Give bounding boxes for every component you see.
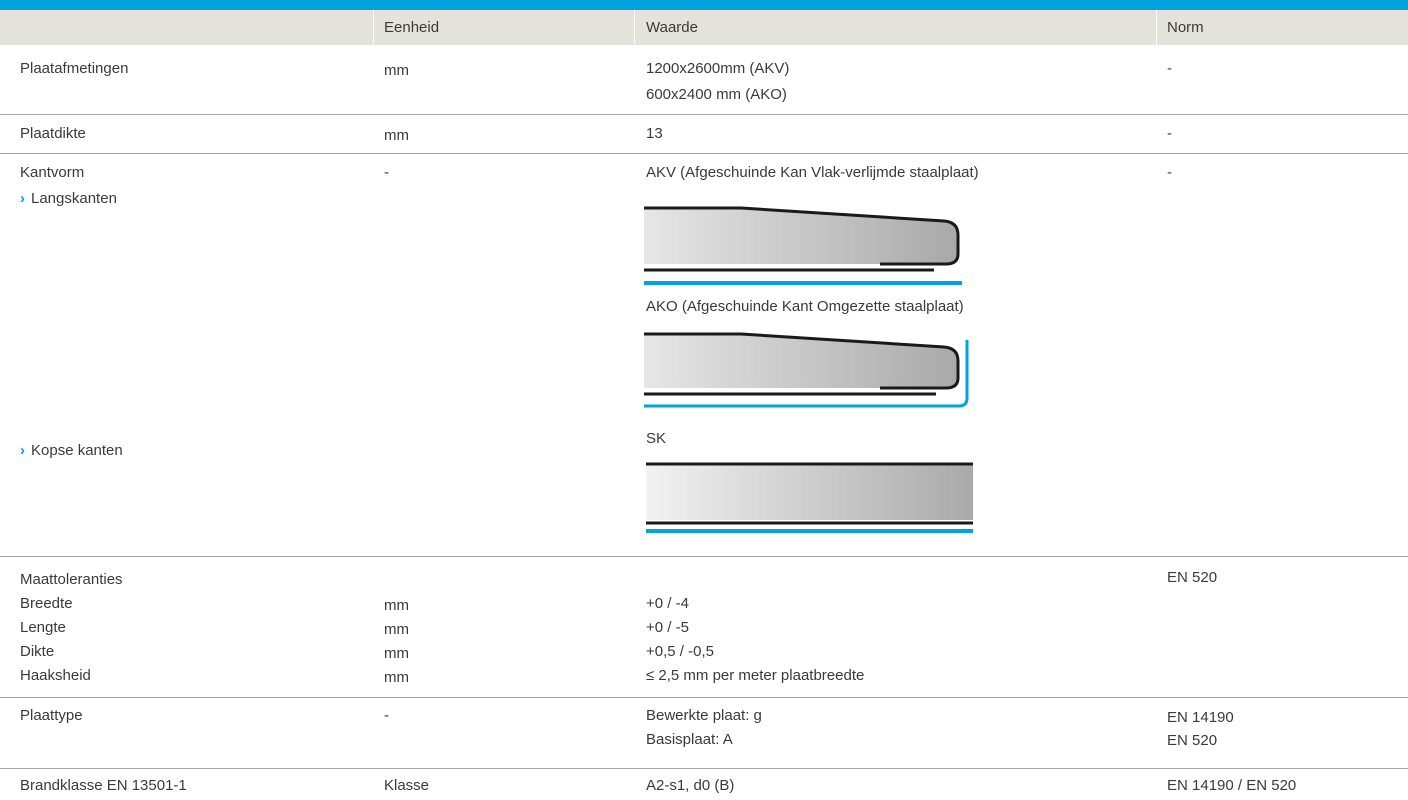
- sk-edge-drawing: [646, 462, 973, 533]
- header-separator: [1156, 10, 1157, 45]
- row-label-plaatafmetingen: Plaatafmetingen: [20, 60, 129, 77]
- tolerance-label: Dikte: [20, 643, 55, 660]
- row-divider: [0, 556, 1408, 557]
- edge-label-sk: SK: [646, 430, 667, 447]
- header-separator: [373, 10, 374, 45]
- top-accent-bar: [0, 0, 1408, 10]
- sub-label-kopse-kanten: › Kopse kanten: [20, 441, 123, 461]
- row-value-plaattype-2: Basisplaat: A: [646, 731, 733, 748]
- tolerance-value: +0,5 / -0,5: [646, 643, 714, 660]
- chevron-right-icon: ›: [20, 442, 25, 459]
- row-divider: [0, 153, 1408, 154]
- row-divider: [0, 697, 1408, 698]
- table-header: Eenheid Waarde Norm: [0, 10, 1408, 45]
- tolerance-label: Breedte: [20, 595, 73, 612]
- row-divider: [0, 114, 1408, 115]
- row-unit-brandklasse: Klasse: [384, 777, 430, 794]
- header-col-unit: Eenheid: [384, 19, 440, 36]
- header-col-value: Waarde: [646, 19, 698, 36]
- tolerance-unit: mm: [384, 645, 409, 662]
- row-unit-kantvorm: -: [384, 164, 389, 181]
- tolerance-value: +0 / -5: [646, 619, 689, 636]
- ako-edge-drawing: [644, 332, 969, 408]
- row-norm-maattoleranties: EN 520: [1167, 569, 1218, 586]
- sub-label-langskanten-text: Langskanten: [31, 190, 117, 207]
- header-col-norm: Norm: [1167, 19, 1204, 36]
- tolerance-value: +0 / -4: [646, 595, 689, 612]
- row-value-plaattype-1: Bewerkte plaat: g: [646, 707, 762, 724]
- row-value-brandklasse: A2-s1, d0 (B): [646, 777, 735, 794]
- row-unit-plaatdikte: mm: [384, 127, 409, 144]
- row-value-plaatafmetingen-1: 1200x2600mm (AKV): [646, 60, 790, 77]
- edge-label-ako: AKO (Afgeschuinde Kant Omgezette staalpl…: [646, 298, 964, 315]
- sub-label-langskanten: › Langskanten: [20, 189, 117, 209]
- row-label-kantvorm: Kantvorm: [20, 164, 85, 181]
- row-unit-plaattype: -: [384, 707, 389, 724]
- row-label-brandklasse: Brandklasse EN 13501-1: [20, 777, 187, 794]
- row-norm-plaattype-2: EN 520: [1167, 732, 1218, 749]
- row-unit-plaatafmetingen: mm: [384, 62, 409, 79]
- row-norm-plaatafmetingen: -: [1167, 60, 1172, 77]
- row-value-plaatafmetingen-2: 600x2400 mm (AKO): [646, 86, 787, 103]
- header-separator: [634, 10, 635, 45]
- tolerance-unit: mm: [384, 669, 409, 686]
- sub-label-kopse-kanten-text: Kopse kanten: [31, 442, 123, 459]
- tolerance-value: ≤ 2,5 mm per meter plaatbreedte: [646, 667, 865, 684]
- row-label-plaattype: Plaattype: [20, 707, 83, 724]
- tolerance-unit: mm: [384, 621, 409, 638]
- chevron-right-icon: ›: [20, 190, 25, 207]
- tolerance-label: Lengte: [20, 619, 66, 636]
- row-divider: [0, 768, 1408, 769]
- row-label-plaatdikte: Plaatdikte: [20, 125, 86, 142]
- row-norm-kantvorm: -: [1167, 164, 1172, 181]
- tolerance-unit: mm: [384, 597, 409, 614]
- row-label-maattoleranties: Maattoleranties: [20, 571, 123, 588]
- tolerance-label: Haaksheid: [20, 667, 91, 684]
- edge-label-akv: AKV (Afgeschuinde Kan Vlak-verlijmde sta…: [646, 164, 979, 181]
- row-value-plaatdikte: 13: [646, 125, 663, 142]
- row-norm-plaatdikte: -: [1167, 125, 1172, 142]
- row-norm-brandklasse: EN 14190 / EN 520: [1167, 777, 1297, 794]
- akv-edge-drawing: [644, 206, 962, 285]
- row-norm-plaattype-1: EN 14190: [1167, 709, 1234, 726]
